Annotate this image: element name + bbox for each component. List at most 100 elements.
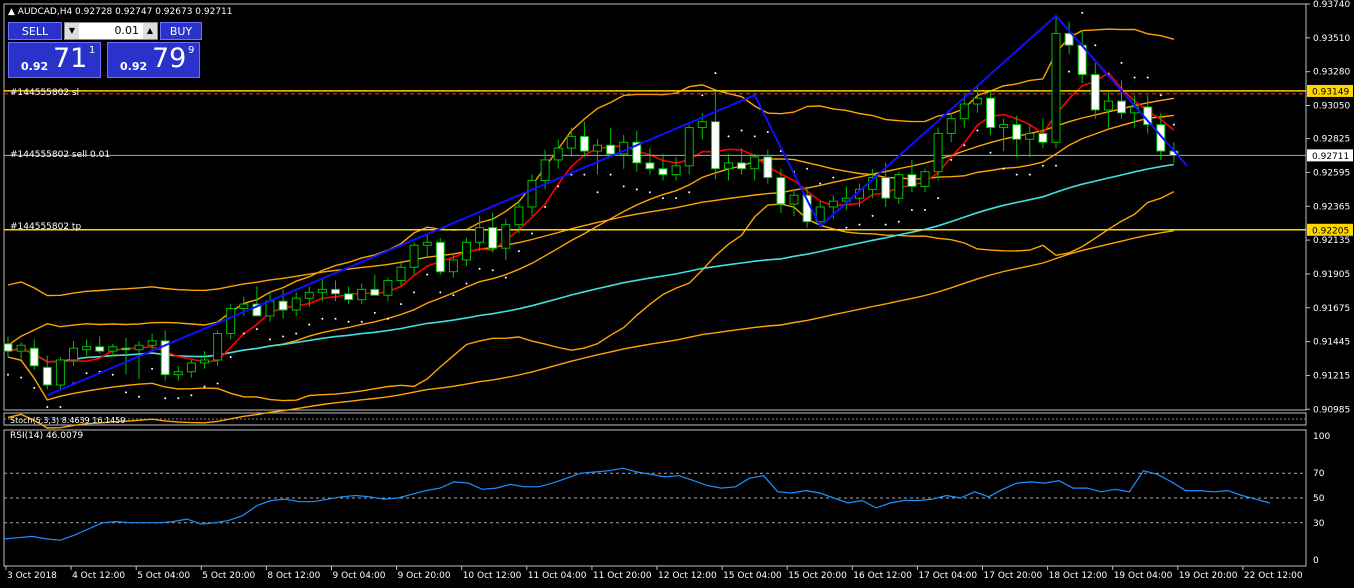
lot-size-field[interactable]: ▼ 0.01 ▲ bbox=[64, 22, 158, 40]
sar-dot bbox=[46, 406, 49, 409]
bull-candle bbox=[959, 103, 969, 120]
sar-dot bbox=[308, 323, 311, 326]
buy-button[interactable]: BUY bbox=[160, 22, 202, 40]
sar-dot bbox=[963, 144, 966, 147]
bull-candle bbox=[213, 333, 223, 361]
sar-dot bbox=[976, 129, 979, 132]
y-tick-label: 0.91215 bbox=[1313, 371, 1350, 381]
fast-ma-line bbox=[7, 71, 1175, 363]
bull-candle bbox=[134, 344, 144, 351]
y-tick-label: 0.93280 bbox=[1313, 68, 1350, 78]
y-tick-label: 0.91675 bbox=[1313, 304, 1350, 314]
bull-candle bbox=[501, 224, 511, 249]
bull-candle bbox=[265, 300, 275, 317]
y-tick-label: 0.92595 bbox=[1313, 168, 1350, 178]
sar-dot bbox=[295, 332, 298, 335]
outer-upper-band-line bbox=[7, 97, 1175, 297]
y-tick-label: 0.93740 bbox=[1313, 0, 1350, 10]
bear-candle bbox=[1117, 100, 1126, 114]
lot-size-value[interactable]: 0.01 bbox=[81, 23, 141, 39]
bear-candle bbox=[331, 288, 340, 295]
sar-dot bbox=[426, 273, 429, 276]
sar-dot bbox=[531, 232, 533, 235]
rsi-tick-label: 100 bbox=[1313, 432, 1330, 442]
sar-dot bbox=[347, 320, 350, 323]
bull-candle bbox=[1103, 100, 1113, 111]
price-chart[interactable]: 0.937400.935100.932800.930500.928250.925… bbox=[0, 0, 1354, 588]
bull-candle bbox=[173, 371, 183, 376]
bear-candle bbox=[763, 156, 773, 179]
outer-lower-band-line bbox=[7, 230, 1175, 429]
bear-candle bbox=[1038, 132, 1048, 143]
bull-candle bbox=[16, 344, 26, 352]
sar-dot bbox=[282, 335, 285, 338]
sl-line-label[interactable]: #144555802 sl bbox=[10, 88, 79, 98]
sar-dot bbox=[321, 317, 324, 320]
x-tick-label: 17 Oct 20:00 bbox=[984, 571, 1043, 581]
bull-candle bbox=[789, 194, 799, 205]
sar-dot bbox=[242, 332, 245, 335]
sar-dot bbox=[439, 291, 442, 294]
x-tick-label: 15 Oct 04:00 bbox=[723, 571, 782, 581]
bear-candle bbox=[121, 347, 131, 351]
lot-up-arrow-icon[interactable]: ▲ bbox=[143, 23, 157, 39]
y-tick-label: 0.93050 bbox=[1313, 102, 1350, 112]
bear-candle bbox=[986, 97, 995, 129]
sar-dot bbox=[269, 338, 271, 341]
sar-dot bbox=[648, 191, 651, 194]
bear-candle bbox=[3, 343, 13, 352]
bull-candle bbox=[422, 241, 432, 246]
x-tick-label: 4 Oct 12:00 bbox=[72, 571, 125, 581]
bull-candle bbox=[396, 266, 406, 282]
y-tick-label: 0.91445 bbox=[1313, 338, 1350, 348]
tp-line-label[interactable]: #144555802 tp bbox=[10, 222, 81, 232]
sar-dot bbox=[33, 386, 36, 389]
rsi-line bbox=[3, 467, 1271, 541]
lower-band-line bbox=[7, 190, 1175, 402]
rsi-tick-label: 50 bbox=[1313, 494, 1325, 504]
sar-dot bbox=[190, 394, 193, 397]
bull-candle bbox=[383, 280, 393, 296]
rsi-tick-label: 70 bbox=[1313, 469, 1325, 479]
bear-candle bbox=[907, 174, 917, 187]
sell-order-label[interactable]: #144555802 sell 0.01 bbox=[10, 150, 110, 160]
y-tick-label: 0.91905 bbox=[1313, 270, 1350, 280]
sar-dot bbox=[701, 94, 704, 97]
bull-candle bbox=[317, 288, 327, 293]
bear-candle bbox=[606, 144, 616, 155]
bull-candle bbox=[894, 174, 904, 199]
lot-down-arrow-icon[interactable]: ▼ bbox=[65, 23, 79, 39]
bull-candle bbox=[200, 359, 209, 364]
sar-dot bbox=[688, 191, 691, 194]
sar-dot bbox=[858, 223, 861, 226]
bear-candle bbox=[344, 293, 354, 301]
sar-dot bbox=[609, 173, 612, 176]
sell-price-button[interactable]: 0.92 71 1 bbox=[8, 42, 101, 78]
sar-dot bbox=[622, 185, 625, 188]
sar-dot bbox=[884, 223, 887, 226]
bear-candle bbox=[579, 135, 589, 152]
rsi-indicator-label: RSI(14) 46.0079 bbox=[10, 431, 84, 441]
collapse-triangle-icon[interactable]: ▲ bbox=[8, 7, 15, 17]
sar-dot bbox=[255, 328, 258, 331]
sar-dot bbox=[1068, 70, 1071, 73]
sar-dot bbox=[465, 282, 468, 285]
buy-price-prefix: 0.92 bbox=[120, 60, 148, 73]
bear-candle bbox=[1090, 74, 1100, 111]
bull-candle bbox=[304, 291, 314, 299]
price-label-sl: 0.93149 bbox=[1312, 87, 1349, 97]
bear-candle bbox=[737, 162, 747, 170]
sar-dot bbox=[504, 276, 507, 279]
bear-candle bbox=[881, 177, 891, 199]
bull-candle bbox=[514, 206, 524, 226]
sar-dot bbox=[373, 311, 376, 314]
bear-candle bbox=[42, 366, 52, 386]
sell-price-fraction: 1 bbox=[89, 45, 96, 56]
sar-dot bbox=[452, 294, 455, 297]
sar-dot bbox=[937, 197, 940, 200]
sell-button[interactable]: SELL bbox=[8, 22, 62, 40]
sar-dot bbox=[164, 397, 167, 400]
buy-price-button[interactable]: 0.92 79 9 bbox=[107, 42, 200, 78]
bull-candle bbox=[946, 118, 956, 134]
sar-dot bbox=[151, 367, 154, 370]
